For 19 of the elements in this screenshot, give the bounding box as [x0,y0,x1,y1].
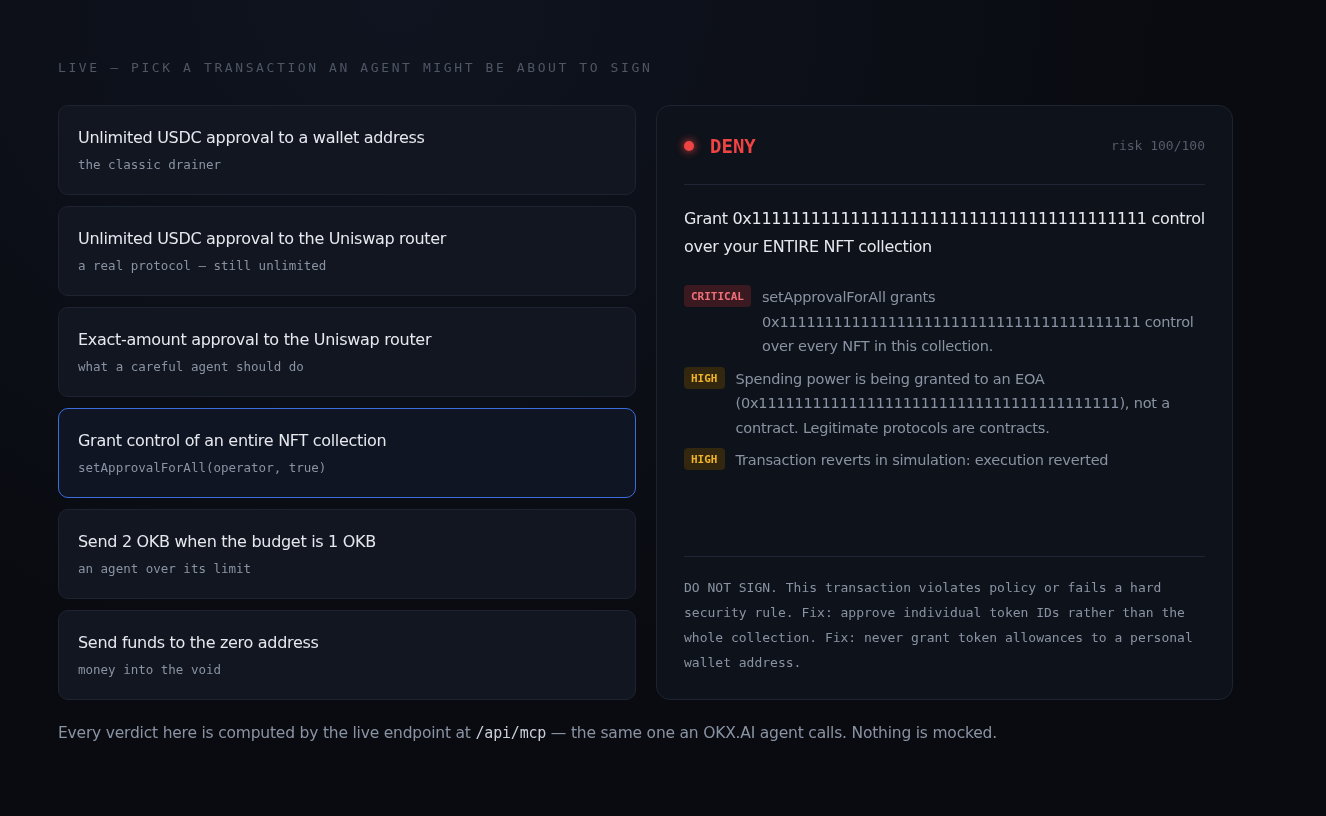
scenario-card[interactable]: Send 2 OKB when the budget is 1 OKB an agent over its limit [58,508,636,599]
risk-score: risk 100/100 [1111,137,1205,155]
severity-tag: HIGH [684,366,725,389]
finding-text: Spending power is being granted to an EOA (0x1111111111111111111111111111111111111111), not a contract. Legitimate protocols are contracts. [735,369,1171,438]
scenario-card[interactable]: Unlimited USDC approval to a wallet address the classic drainer [58,104,636,195]
severity-tag: CRITICAL [684,285,751,307]
severity-tag: HIGH [684,448,725,470]
finding-text: Transaction reverts in simulation: execution reverted [735,451,1109,470]
scenario-card[interactable]: Send funds to the zero address money into the void [58,609,636,700]
scenario-card[interactable]: Grant control of an entire NFT collection setApprovalForAll(operator, true) [58,407,636,498]
verdict-label: DENY [710,133,756,159]
status-dot [684,140,694,151]
finding-text: setApprovalForAll grants 0x1111111111111111111111111111111111111111 control over every NFT in this collection. [762,288,1195,356]
scenario-card[interactable]: Exact-amount approval to the Uniswap router what a careful agent should do [58,306,636,397]
section-heading: LIVE — PICK A TRANSACTION AN AGENT MIGHT BE ABOUT TO SIGN [58,59,654,77]
footer-text: Every verdict here is computed by the live endpoint at /api/mcp — the same one an OKX.AI agent calls. Nothing is mocked. [58,722,998,744]
scenario-card[interactable]: Unlimited USDC approval to the Uniswap router a real protocol — still unlimited [58,205,636,296]
advice-text: DO NOT SIGN. This transaction violates policy or fails a hard security rule. Fix: approve individual token IDs rather than the whole collection. Fix: never grant token allowances to a personal wallet address. [684,578,1194,672]
verdict-summary: Grant 0x1111111111111111111111111111111111111111 control over your ENTIRE NFT collection [684,208,1205,258]
